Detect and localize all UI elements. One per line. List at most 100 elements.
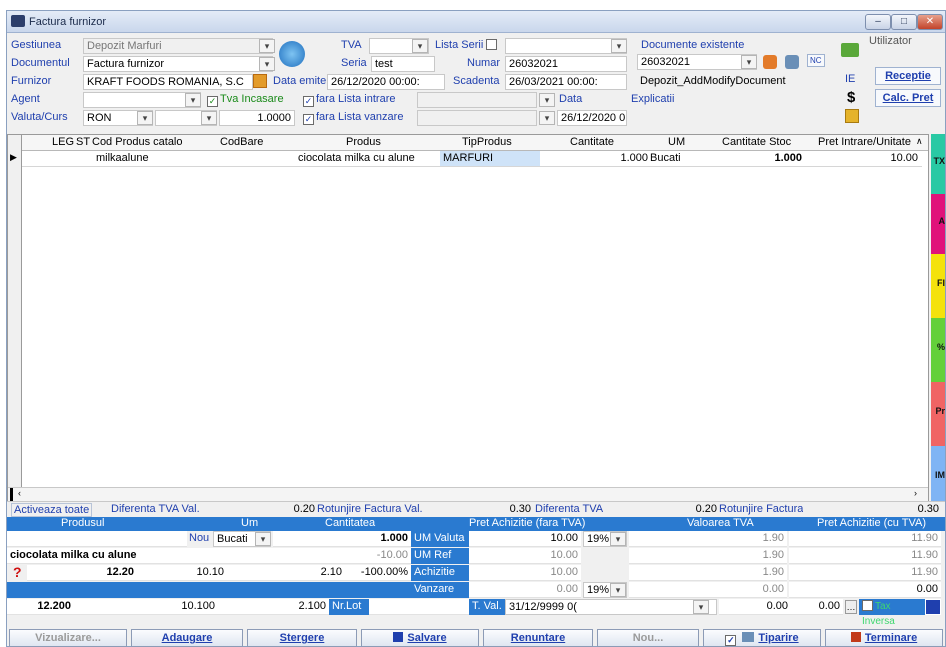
question-icon[interactable]: ? bbox=[13, 564, 22, 580]
chevron-down-icon[interactable]: ▾ bbox=[412, 39, 428, 53]
ie-label: IE bbox=[845, 73, 856, 85]
cantitate-field[interactable]: 1.000 bbox=[273, 531, 411, 547]
chevron-down-icon[interactable]: ▾ bbox=[201, 111, 217, 125]
cell-um[interactable]: Bucati bbox=[650, 152, 681, 164]
col-cantitate-stoc[interactable]: Cantitate Stoc bbox=[722, 136, 791, 148]
col-tipprodus[interactable]: TipProdus bbox=[462, 136, 512, 148]
chevron-down-icon[interactable]: ▾ bbox=[610, 583, 626, 597]
renuntare-button[interactable]: Renuntare bbox=[483, 629, 593, 647]
side-tab-a[interactable]: A bbox=[931, 194, 945, 254]
agent-select[interactable] bbox=[83, 92, 201, 108]
dollar-icon[interactable]: $ bbox=[847, 89, 855, 106]
nc-button[interactable]: NC bbox=[807, 54, 825, 67]
lista-intrare-select[interactable] bbox=[417, 92, 537, 108]
calc-pret-button[interactable]: Calc. Pret bbox=[875, 89, 941, 107]
side-tab-pr[interactable]: Pr bbox=[931, 382, 945, 446]
chevron-down-icon[interactable]: ▾ bbox=[259, 57, 275, 71]
gestiunea-label: Gestiunea bbox=[11, 39, 62, 51]
nou-button[interactable]: Nou... bbox=[597, 629, 699, 647]
tiparire-button[interactable]: ✓ Tiparire bbox=[703, 629, 821, 647]
col-produs[interactable]: Produs bbox=[346, 136, 381, 148]
cell-tipprodus[interactable]: MARFURI bbox=[440, 151, 540, 166]
numar-field[interactable]: 26032021 bbox=[505, 56, 627, 72]
tax-inversa-toggle[interactable]: Tax Inversa bbox=[859, 599, 925, 627]
scroll-left-icon[interactable]: ‹ bbox=[18, 488, 21, 498]
refresh-icon[interactable] bbox=[279, 41, 305, 67]
t-val-field[interactable]: 31/12/9999 0( bbox=[505, 599, 717, 615]
scroll-thumb[interactable] bbox=[10, 488, 13, 501]
chevron-down-icon[interactable]: ▾ bbox=[610, 532, 626, 546]
col-codbare[interactable]: CodBare bbox=[220, 136, 263, 148]
side-tab-percent[interactable]: % bbox=[931, 318, 945, 382]
ellipsis-button[interactable]: … bbox=[845, 600, 857, 614]
side-tab-fi[interactable]: FI bbox=[931, 254, 945, 318]
chevron-down-icon[interactable]: ▾ bbox=[539, 111, 555, 125]
settings-icon[interactable] bbox=[845, 109, 859, 123]
minimize-icon[interactable]: – bbox=[865, 14, 891, 30]
blue-separator bbox=[7, 582, 411, 598]
horizontal-scrollbar[interactable]: ‹ › bbox=[8, 487, 928, 501]
furnizor-lookup-icon[interactable] bbox=[253, 74, 267, 88]
tax-inversa-checkbox[interactable] bbox=[862, 600, 873, 611]
data-field[interactable]: 26/12/2020 0 bbox=[557, 110, 627, 126]
chevron-down-icon[interactable]: ▾ bbox=[539, 93, 555, 107]
table-row[interactable]: milkaalune ciocolata milka cu alune MARF… bbox=[22, 151, 922, 167]
vizualizare-button[interactable]: Vizualizare... bbox=[9, 629, 127, 647]
close-icon[interactable]: ✕ bbox=[917, 14, 943, 30]
chevron-down-icon[interactable]: ▾ bbox=[693, 600, 709, 614]
print-preview-icon[interactable] bbox=[763, 55, 777, 69]
lista-vanzare-select[interactable] bbox=[417, 110, 537, 126]
stergere-button[interactable]: Stergere bbox=[247, 629, 357, 647]
serii-field[interactable] bbox=[505, 38, 627, 54]
curs-field[interactable]: 1.0000 bbox=[219, 110, 295, 126]
cell-pret[interactable]: 10.00 bbox=[862, 152, 918, 164]
value-4: -100.00% bbox=[345, 565, 411, 581]
col-leg[interactable]: LEG bbox=[52, 136, 74, 148]
chevron-down-icon[interactable]: ▾ bbox=[741, 55, 757, 69]
cell-produs[interactable]: ciocolata milka cu alune bbox=[298, 152, 415, 164]
maximize-icon[interactable]: □ bbox=[891, 14, 917, 30]
seria-field[interactable]: test bbox=[371, 56, 435, 72]
chevron-down-icon[interactable]: ▾ bbox=[611, 39, 627, 53]
col-st[interactable]: ST bbox=[76, 136, 90, 148]
dual-screen-icon[interactable] bbox=[925, 599, 941, 615]
data-emiterii-field[interactable]: 26/12/2020 00:00: bbox=[327, 74, 445, 90]
scroll-up-icon[interactable]: ∧ bbox=[916, 136, 923, 147]
chevron-down-icon[interactable]: ▾ bbox=[137, 111, 153, 125]
cell-stoc[interactable]: 1.000 bbox=[742, 152, 802, 164]
col-cantitate[interactable]: Cantitate bbox=[570, 136, 614, 148]
furnizor-field[interactable]: KRAFT FOODS ROMANIA, S.C bbox=[83, 74, 253, 90]
scroll-right-icon[interactable]: › bbox=[914, 488, 917, 498]
tools-icon[interactable] bbox=[785, 55, 799, 69]
documentul-select[interactable]: Factura furnizor bbox=[83, 56, 273, 72]
chevron-down-icon[interactable]: ▾ bbox=[255, 532, 271, 546]
documente-existente-select[interactable]: 26032021 bbox=[637, 54, 757, 70]
tiparire-checkbox[interactable]: ✓ bbox=[725, 635, 737, 646]
cell-cod[interactable]: milkaalune bbox=[96, 152, 149, 164]
activeaza-toate-button[interactable]: Activeaza toate bbox=[11, 503, 93, 517]
salvare-button[interactable]: Salvare bbox=[361, 629, 479, 647]
cell-cantitate[interactable]: 1.000 bbox=[588, 152, 648, 164]
col-um[interactable]: UM bbox=[668, 136, 685, 148]
adaugare-button[interactable]: Adaugare bbox=[131, 629, 243, 647]
lista-serii-checkbox[interactable] bbox=[486, 39, 498, 50]
nr-lot-field[interactable] bbox=[369, 599, 469, 615]
terminare-button[interactable]: Terminare bbox=[825, 629, 943, 647]
tva-incasare-checkbox[interactable]: ✓ bbox=[207, 96, 218, 107]
pret-fara-1[interactable]: 10.00 bbox=[469, 531, 581, 547]
side-tab-im[interactable]: IM bbox=[931, 446, 945, 502]
col-cod[interactable]: Cod Produs catalo bbox=[92, 136, 183, 148]
receptie-button[interactable]: Receptie bbox=[875, 67, 941, 85]
col-pret[interactable]: Pret Intrare/Unitate bbox=[818, 136, 911, 148]
current-row-arrow-icon: ▶ bbox=[10, 152, 17, 162]
gestiunea-select[interactable]: Depozit Marfuri bbox=[83, 38, 273, 54]
copy-icon[interactable] bbox=[841, 43, 859, 57]
chevron-down-icon[interactable]: ▾ bbox=[259, 39, 275, 53]
fara-lista-vanzare-checkbox[interactable]: ✓ bbox=[303, 114, 314, 125]
side-tab-tx[interactable]: TX bbox=[931, 134, 945, 194]
exit-icon bbox=[850, 632, 861, 642]
scadenta-field[interactable]: 26/03/2021 00:00: bbox=[505, 74, 627, 90]
chevron-down-icon[interactable]: ▾ bbox=[185, 93, 201, 107]
fara-lista-intrare-checkbox[interactable]: ✓ bbox=[303, 96, 314, 107]
nou-link[interactable]: Nou bbox=[189, 532, 209, 544]
